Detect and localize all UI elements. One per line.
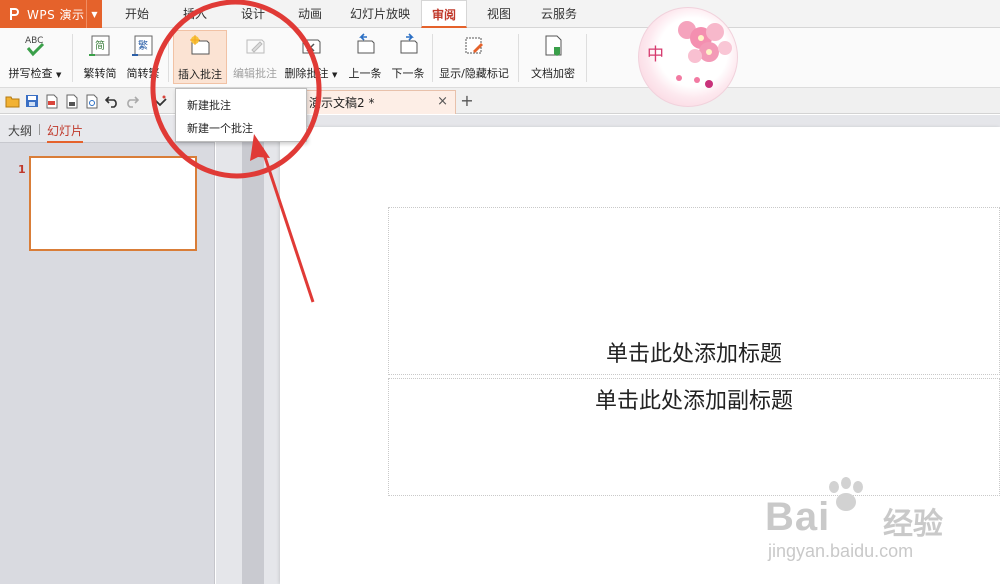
traditional-to-simplified-icon-text: 简 [95, 39, 105, 52]
menu-bar: WPS 演示 ▼ 开始 插入 设计 动画 幻灯片放映 审阅 视图 云服务 [0, 0, 1000, 28]
document-encrypt-button[interactable]: 文档加密 [526, 30, 580, 84]
previous-comment-label: 上一条 [348, 67, 382, 80]
insert-comment-button[interactable]: 插入批注 [173, 30, 227, 84]
previous-comment-button[interactable]: 上一条 [345, 30, 385, 84]
tab-insert[interactable]: 插入 [168, 0, 222, 28]
insert-comment-label: 插入批注 [178, 68, 222, 81]
show-hide-markup-button[interactable]: 显示/隐藏标记 [437, 30, 511, 84]
simplified-to-traditional-icon: 繁 [130, 33, 156, 59]
tab-view[interactable]: 视图 [474, 0, 524, 28]
panel-tab-separator [39, 124, 40, 135]
title-placeholder-text: 单击此处添加标题 [605, 342, 782, 367]
spell-check-label: 拼写检查 [8, 67, 53, 80]
slides-panel: 大纲 幻灯片 1 [0, 115, 215, 584]
undo-icon[interactable] [104, 93, 120, 109]
spell-check-button[interactable]: ABC 拼写检查 ▼ [4, 30, 66, 84]
next-comment-icon [395, 33, 421, 59]
skin-decoration: 中 [638, 7, 738, 107]
document-lock-icon [540, 33, 566, 59]
app-title: WPS 演示 [27, 7, 85, 22]
ribbon-separator [586, 34, 587, 82]
slide-thumbnail[interactable] [29, 156, 197, 251]
input-method-badge: 中 [647, 45, 664, 65]
title-placeholder[interactable]: 单击此处添加标题 [388, 207, 1000, 375]
watermark-url: jingyan.baidu.com [768, 541, 914, 561]
tab-review[interactable]: 审阅 [421, 0, 467, 28]
app-menu-button[interactable]: WPS 演示 ▼ [0, 0, 102, 28]
next-comment-label: 下一条 [391, 67, 425, 80]
tab-slides[interactable]: 幻灯片 [47, 122, 84, 143]
menu-item-new-comment[interactable]: 新建批注 [187, 97, 231, 113]
edit-comment-icon [242, 33, 268, 59]
slide-number: 1 [18, 163, 26, 176]
customize-toolbar-icon[interactable] [152, 93, 168, 109]
edit-comment-button[interactable]: 编辑批注 [230, 30, 280, 84]
show-hide-markup-label: 显示/隐藏标记 [439, 67, 509, 80]
delete-comment-label: 删除批注 [284, 67, 329, 80]
print-icon[interactable] [64, 93, 80, 109]
subtitle-placeholder-text: 单击此处添加副标题 [594, 389, 793, 414]
app-dropdown-arrow-icon[interactable]: ▼ [86, 0, 102, 28]
print-preview-icon[interactable] [84, 93, 100, 109]
ribbon-separator [168, 34, 169, 82]
workspace-divider [242, 115, 264, 584]
wps-presentation-icon [7, 7, 21, 21]
traditional-to-simplified-icon: 简 [87, 33, 113, 59]
tab-outline[interactable]: 大纲 [8, 122, 32, 139]
tab-design[interactable]: 设计 [226, 0, 280, 28]
watermark-chinese: 经验 [883, 507, 943, 542]
simplified-to-traditional-button[interactable]: 繁 简转繁 [122, 30, 164, 84]
ribbon-separator [432, 34, 433, 82]
spell-check-dropdown-icon[interactable]: ▼ [56, 71, 61, 79]
document-tab[interactable]: 演示文稿2 * × [298, 90, 456, 114]
next-comment-button[interactable]: 下一条 [388, 30, 428, 84]
export-pdf-icon[interactable] [44, 93, 60, 109]
tab-slideshow[interactable]: 幻灯片放映 [342, 0, 418, 28]
tab-home[interactable]: 开始 [110, 0, 164, 28]
delete-comment-icon [298, 33, 324, 59]
quick-access-bar: 演示文稿2 * × + [0, 88, 1000, 114]
simplified-to-traditional-label: 简转繁 [126, 67, 160, 80]
menu-item-new-single-comment[interactable]: 新建一个批注 [187, 120, 253, 136]
previous-comment-icon [352, 33, 378, 59]
ribbon-separator [72, 34, 73, 82]
edit-comment-label: 编辑批注 [233, 67, 277, 80]
traditional-to-simplified-label: 繁转简 [83, 67, 117, 80]
delete-comment-button[interactable]: 删除批注 ▼ [282, 30, 340, 84]
watermark-brand: Bai [765, 495, 831, 539]
redo-icon[interactable] [124, 93, 140, 109]
insert-comment-dropdown: 新建批注 新建一个批注 [175, 88, 307, 142]
document-tab-title: 演示文稿2 * [309, 96, 375, 110]
show-hide-markup-icon [461, 33, 487, 59]
close-tab-icon[interactable]: × [437, 94, 448, 109]
insert-comment-icon [187, 34, 213, 60]
open-folder-icon[interactable] [4, 93, 20, 109]
baidu-jingyan-watermark: Bai 经验 jingyan.baidu.com [760, 475, 990, 580]
simplified-to-traditional-icon-text: 繁 [138, 39, 148, 52]
ribbon-separator [518, 34, 519, 82]
spell-check-icon: ABC [22, 33, 48, 59]
delete-comment-dropdown-icon[interactable]: ▼ [332, 71, 337, 79]
tab-cloud-service[interactable]: 云服务 [530, 0, 588, 28]
tab-animation[interactable]: 动画 [283, 0, 337, 28]
document-encrypt-label: 文档加密 [531, 67, 575, 80]
new-tab-button[interactable]: + [458, 90, 476, 112]
save-icon[interactable] [24, 93, 40, 109]
traditional-to-simplified-button[interactable]: 简 繁转简 [78, 30, 122, 84]
ribbon-review: ABC 拼写检查 ▼ 简 繁转简 繁 简转繁 插入批注 编辑批注 删除批注 ▼ … [0, 28, 1000, 88]
